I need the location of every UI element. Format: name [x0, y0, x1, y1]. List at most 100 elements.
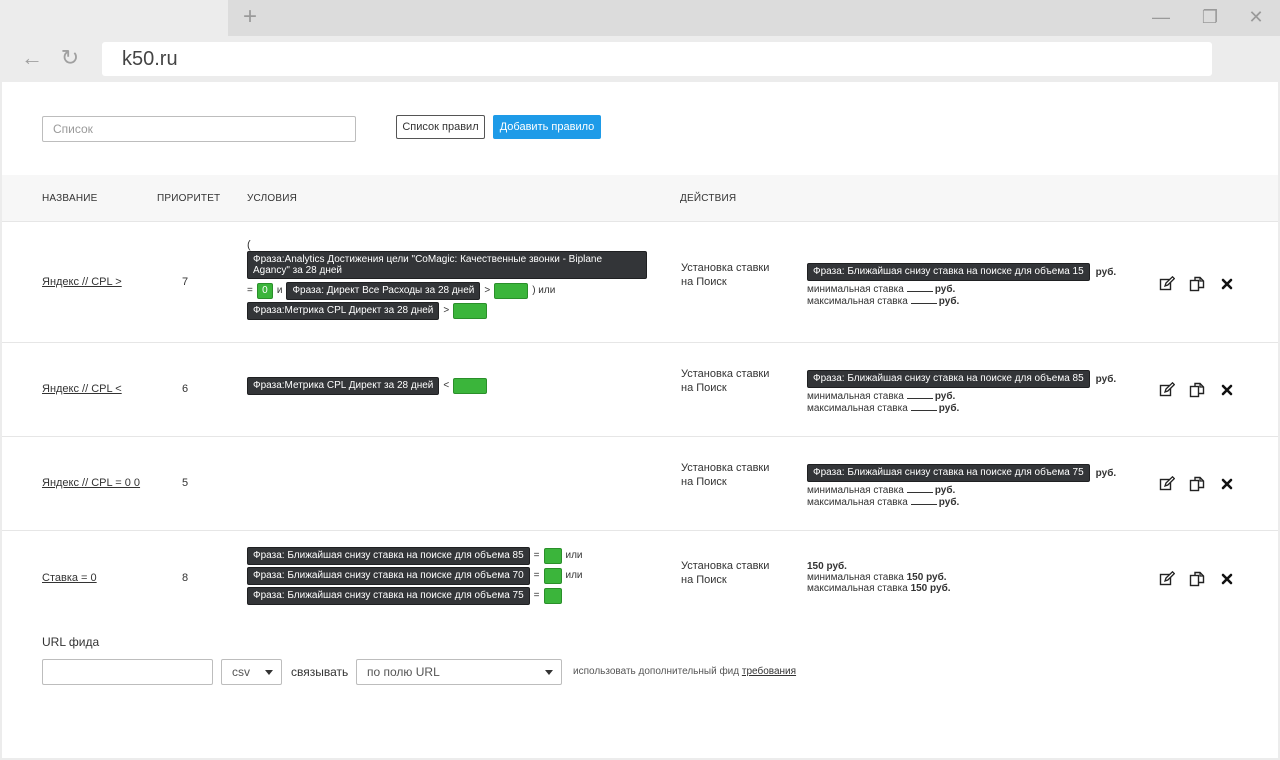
- min-bid-label: минимальная ставка: [807, 284, 904, 295]
- tab-strip: + — ❐ ✕: [0, 0, 1280, 36]
- requirements-link[interactable]: требования: [742, 666, 796, 677]
- condition-tag: Фраза: Ближайшая снизу ставка на поиске …: [247, 566, 530, 585]
- back-icon[interactable]: ←: [20, 46, 44, 70]
- rule-priority: 7: [182, 276, 189, 288]
- rub-label: руб.: [934, 391, 956, 402]
- copy-icon[interactable]: [1188, 381, 1206, 399]
- bid-settings: Фраза: Ближайшая снизу ставка на поиске …: [807, 464, 1137, 508]
- table-header: НАЗВАНИЕ ПРИОРИТЕТ УСЛОВИЯ ДЕЙСТВИЯ: [2, 175, 1278, 222]
- search-input[interactable]: [42, 116, 356, 142]
- rule-priority: 8: [182, 572, 189, 584]
- operator: и: [276, 285, 283, 296]
- min-bid-value: 150: [906, 572, 924, 583]
- value-box[interactable]: 0: [256, 282, 273, 299]
- edit-icon[interactable]: [1158, 275, 1176, 293]
- edit-icon[interactable]: [1158, 570, 1176, 588]
- min-bid-blank[interactable]: [906, 484, 933, 493]
- delete-icon[interactable]: [1218, 475, 1236, 493]
- table-row: Яндекс // CPL = 0 0 5 Установка ставки н…: [2, 437, 1278, 531]
- row-actions: [1158, 275, 1238, 293]
- value-box[interactable]: [453, 377, 488, 394]
- rule-name-link[interactable]: Яндекс // CPL >: [42, 276, 122, 288]
- condition-tag: Фраза: Директ Все Расходы за 28 дней: [286, 281, 481, 300]
- value-box[interactable]: [453, 302, 488, 319]
- restore-icon[interactable]: ❐: [1199, 6, 1221, 28]
- rule-priority: 5: [182, 477, 189, 489]
- rule-name-link[interactable]: Ставка = 0: [42, 572, 97, 584]
- condition-tag: Фраза:Метрика CPL Директ за 28 дней: [247, 376, 440, 395]
- bid-value: 150: [807, 561, 824, 572]
- condition-tag: Фраза: Ближайшая снизу ставка на поиске …: [247, 586, 530, 605]
- value-box[interactable]: [543, 587, 562, 604]
- rule-name-link[interactable]: Яндекс // CPL <: [42, 383, 122, 395]
- min-bid-blank[interactable]: [906, 283, 933, 292]
- rule-conditions: Фраза:Метрика CPL Директ за 28 дней <: [247, 376, 667, 395]
- open-paren: (: [247, 239, 251, 251]
- max-bid-blank[interactable]: [910, 402, 937, 411]
- add-rule-button[interactable]: Добавить правило: [493, 115, 601, 139]
- rule-action: Установка ставки на Поиск: [681, 262, 770, 288]
- rub-label: руб.: [926, 572, 947, 583]
- active-tab[interactable]: [0, 0, 228, 36]
- rub-label: руб.: [1095, 266, 1117, 278]
- operator: =: [533, 550, 540, 561]
- address-bar[interactable]: k50.ru: [102, 42, 1212, 76]
- rule-name-link[interactable]: Яндекс // CPL = 0 0: [42, 477, 140, 489]
- bid-tag: Фраза: Ближайшая снизу ставка на поиске …: [807, 464, 1090, 482]
- value-box[interactable]: [494, 282, 529, 299]
- rub-label: руб.: [930, 583, 951, 594]
- close-window-icon[interactable]: ✕: [1245, 6, 1267, 28]
- operator: или: [565, 570, 583, 581]
- max-bid-label: максимальная ставка: [807, 403, 908, 414]
- additional-feed-hint: использовать дополнительный фид требован…: [573, 666, 796, 677]
- operator: >: [443, 305, 450, 316]
- header-priority: ПРИОРИТЕТ: [157, 193, 221, 204]
- field-select[interactable]: по полю URL: [356, 659, 562, 685]
- edit-icon[interactable]: [1158, 381, 1176, 399]
- copy-icon[interactable]: [1188, 475, 1206, 493]
- operator: =: [247, 285, 253, 296]
- copy-icon[interactable]: [1188, 275, 1206, 293]
- url-feed-label: URL фида: [42, 635, 100, 649]
- rub-label: руб.: [934, 284, 956, 295]
- operator: =: [533, 590, 540, 601]
- minimize-icon[interactable]: —: [1150, 6, 1172, 28]
- max-bid-blank[interactable]: [910, 295, 937, 304]
- link-label: связывать: [291, 665, 349, 679]
- rub-label: руб.: [938, 403, 960, 414]
- format-select[interactable]: csv: [221, 659, 282, 685]
- rule-priority: 6: [182, 383, 189, 395]
- max-bid-blank[interactable]: [910, 496, 937, 505]
- rub-label: руб.: [1095, 373, 1117, 385]
- delete-icon[interactable]: [1218, 570, 1236, 588]
- header-conditions: УСЛОВИЯ: [247, 193, 298, 204]
- table-row: Ставка = 0 8 Фраза: Ближайшая снизу став…: [2, 531, 1278, 616]
- delete-icon[interactable]: [1218, 275, 1236, 293]
- header-actions: ДЕЙСТВИЯ: [680, 193, 737, 204]
- url-feed-input[interactable]: [42, 659, 213, 685]
- rules-list-button[interactable]: Список правил: [396, 115, 485, 139]
- delete-icon[interactable]: [1218, 381, 1236, 399]
- rule-action: Установка ставки на Поиск: [681, 368, 770, 394]
- max-bid-label: максимальная ставка: [807, 583, 908, 594]
- operator: =: [533, 570, 540, 581]
- rule-conditions: Фраза: Ближайшая снизу ставка на поиске …: [247, 544, 667, 605]
- bid-tag: Фраза: Ближайшая снизу ставка на поиске …: [807, 263, 1090, 281]
- bid-settings: Фраза: Ближайшая снизу ставка на поиске …: [807, 370, 1137, 414]
- max-bid-value: 150: [910, 583, 928, 594]
- condition-tag: Фраза:Analytics Достижения цели "CoMagic…: [247, 251, 647, 279]
- value-box[interactable]: [543, 567, 562, 584]
- min-bid-blank[interactable]: [906, 390, 933, 399]
- edit-icon[interactable]: [1158, 475, 1176, 493]
- copy-icon[interactable]: [1188, 570, 1206, 588]
- field-value: по полю URL: [367, 665, 440, 679]
- table-row: Яндекс // CPL > 7 ( Фраза:Analytics Дост…: [2, 223, 1278, 343]
- format-value: csv: [232, 665, 250, 679]
- new-tab-button[interactable]: +: [240, 5, 260, 29]
- value-box[interactable]: [543, 547, 562, 564]
- operator: или: [565, 550, 583, 561]
- rub-label: руб.: [938, 497, 960, 508]
- rub-label: руб.: [826, 561, 847, 572]
- condition-tag: Фраза: Ближайшая снизу ставка на поиске …: [247, 546, 530, 565]
- reload-icon[interactable]: ↻: [58, 46, 82, 70]
